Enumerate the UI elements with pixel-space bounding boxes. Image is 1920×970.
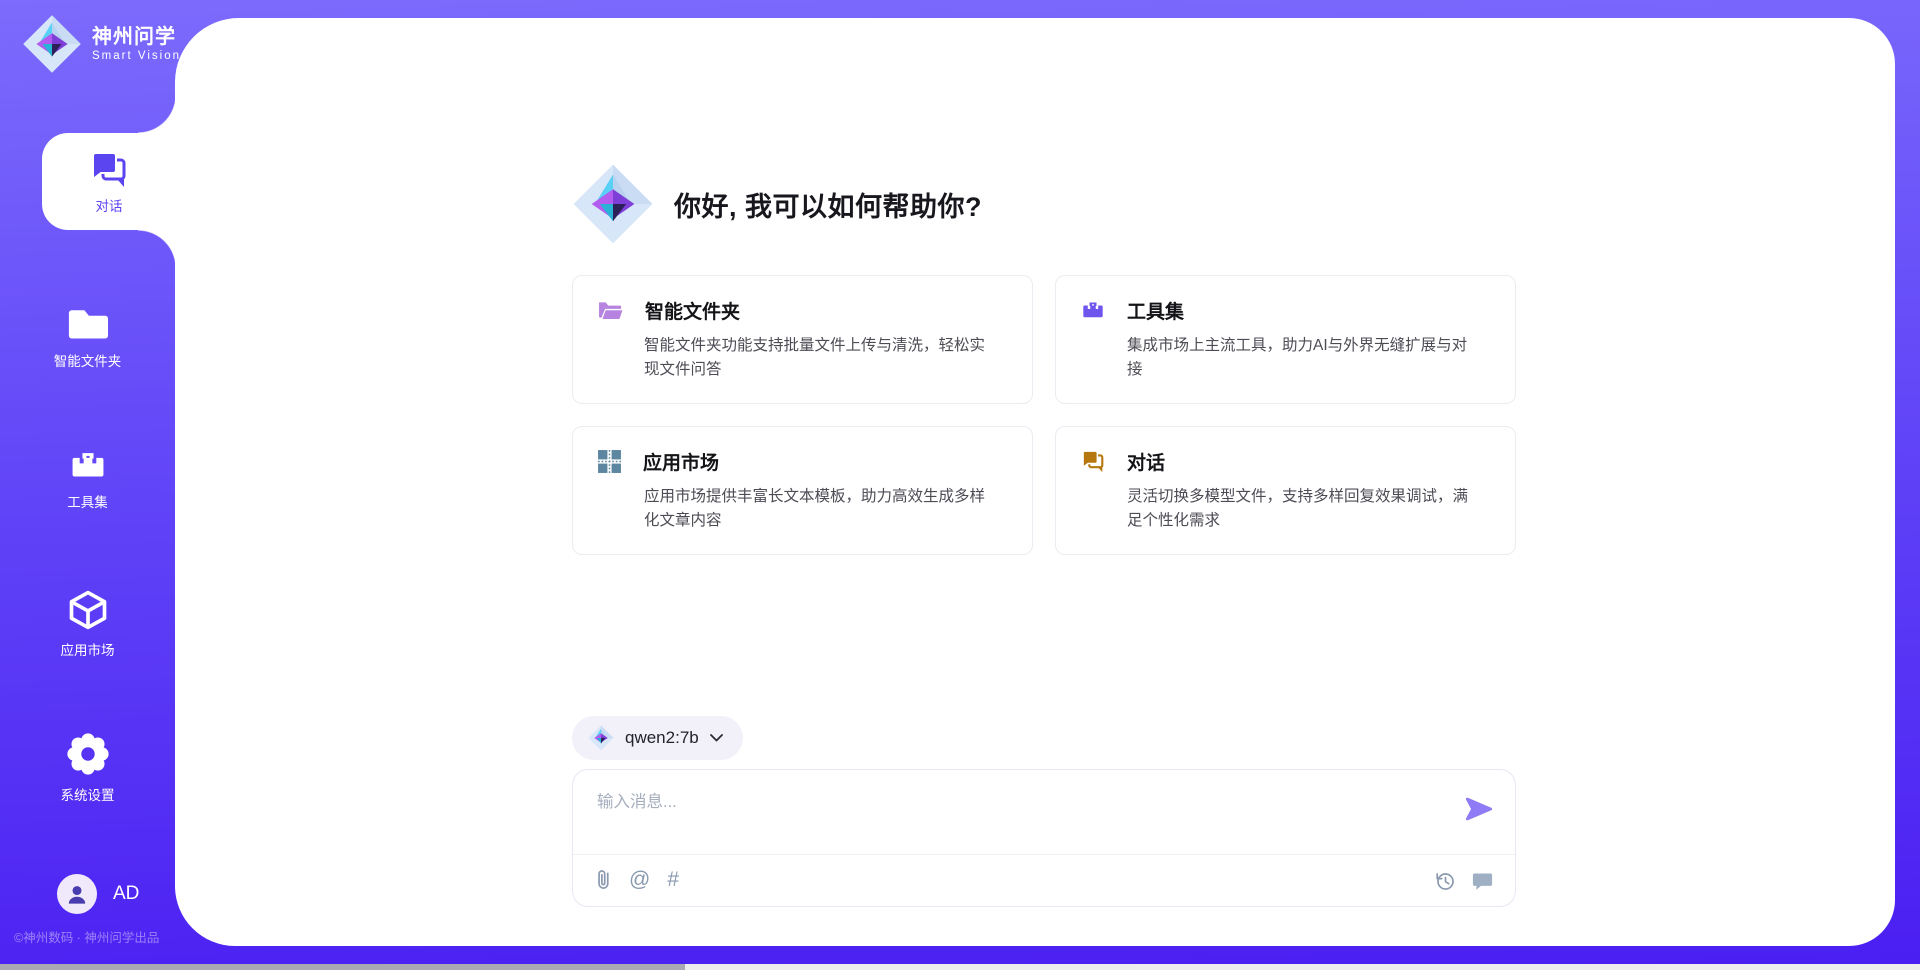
sidebar-item-toolbox[interactable]: 工具集 [0,446,175,511]
card-chat[interactable]: 对话 灵活切换多模型文件，支持多样回复效果调试，满足个性化需求 [1055,426,1516,555]
toolbox-icon [1080,298,1106,322]
hash-icon[interactable]: # [667,869,679,891]
at-icon[interactable]: @ [629,869,650,891]
composer-tools-left: @ # [595,868,679,891]
card-title: 工具集 [1127,297,1184,324]
tab-fillet-top [138,95,176,133]
main-content: 你好, 我可以如何帮助你? 智能文件夹 智能文件夹功能支持批量文件上传与清洗，轻… [175,18,1895,946]
diamond-logo-icon [22,14,82,74]
user-profile[interactable]: AD [57,874,139,914]
folder-icon [66,303,110,343]
sidebar-item-settings[interactable]: 系统设置 [0,731,175,804]
chat-icon [88,148,130,190]
app-logo: 神州问学 Smart Vision [22,14,181,74]
greeting-block: 你好, 我可以如何帮助你? [572,163,982,245]
app-grid-icon [597,449,622,474]
sidebar-item-smart-folder[interactable]: 智能文件夹 [0,303,175,370]
card-description: 智能文件夹功能支持批量文件上传与清洗，轻松实现文件问答 [597,334,1008,382]
horizontal-scrollbar[interactable] [0,964,1920,970]
cube-icon [66,588,110,632]
model-name: qwen2:7b [625,728,699,748]
gear-icon [65,731,111,777]
model-selector[interactable]: qwen2:7b [572,716,743,760]
person-icon [64,881,90,907]
sidebar-item-label: 应用市场 [61,639,115,659]
sidebar-item-label: 工具集 [67,491,108,511]
paperclip-icon[interactable] [595,868,612,891]
message-composer: @ # [572,769,1516,907]
greeting-title: 你好, 我可以如何帮助你? [674,185,982,224]
app-subtitle: Smart Vision [92,49,181,63]
tab-fillet-bottom [138,230,176,268]
diamond-logo-icon [572,163,654,245]
card-title: 应用市场 [643,448,719,475]
composer-tools-right [1434,870,1493,892]
history-icon[interactable] [1434,870,1456,892]
sidebar-item-chat[interactable]: 对话 [42,133,176,230]
diamond-logo-icon [588,725,614,751]
chat-bubble-icon[interactable] [1472,872,1493,891]
card-description: 灵活切换多模型文件，支持多样回复效果调试，满足个性化需求 [1080,485,1491,533]
card-app-market[interactable]: 应用市场 应用市场提供丰富长文本模板，助力高效生成多样化文章内容 [572,426,1033,555]
card-description: 集成市场上主流工具，助力AI与外界无缝扩展与对接 [1080,334,1491,382]
chat-icon [1080,448,1106,474]
chevron-down-icon [710,734,723,742]
send-icon[interactable] [1465,796,1493,822]
folder-open-icon [597,298,624,322]
feature-cards: 智能文件夹 智能文件夹功能支持批量文件上传与清洗，轻松实现文件问答 工具集 集成… [572,275,1516,555]
copyright-text: ©神州数码 · 神州问学出品 [14,927,159,946]
card-toolbox[interactable]: 工具集 集成市场上主流工具，助力AI与外界无缝扩展与对接 [1055,275,1516,404]
app-name: 神州问学 [92,25,181,49]
card-title: 智能文件夹 [645,297,740,324]
composer-divider [573,854,1515,855]
user-initials: AD [113,883,139,905]
sidebar-item-label: 对话 [96,195,123,215]
card-title: 对话 [1127,448,1165,475]
scrollbar-thumb[interactable] [0,964,685,970]
card-smart-folder[interactable]: 智能文件夹 智能文件夹功能支持批量文件上传与清洗，轻松实现文件问答 [572,275,1033,404]
sidebar-item-label: 智能文件夹 [54,350,122,370]
sidebar-item-app-market[interactable]: 应用市场 [0,588,175,659]
toolbox-icon [67,446,109,484]
sidebar-item-label: 系统设置 [61,784,115,804]
avatar [57,874,97,914]
message-input[interactable] [573,770,1453,850]
card-description: 应用市场提供丰富长文本模板，助力高效生成多样化文章内容 [597,485,1008,533]
